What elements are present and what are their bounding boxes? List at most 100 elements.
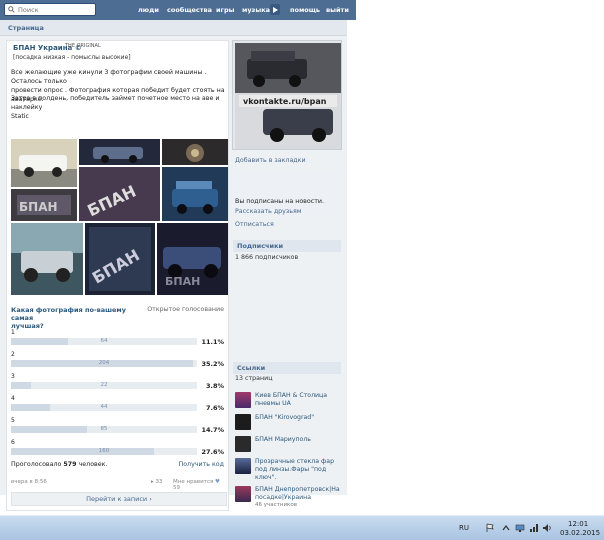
avatar-image: vkontakte.ru/bpan (233, 41, 341, 149)
display-icon[interactable] (515, 523, 525, 533)
repost-count: 33 (155, 479, 163, 485)
poll-option-label: 2 (11, 351, 15, 358)
unsubscribe-link[interactable]: Отписаться (235, 221, 274, 228)
poll-option-count: 64 (100, 338, 108, 344)
poll-option-label: 3 (11, 373, 15, 380)
photo-8[interactable]: БПАН (85, 223, 155, 295)
photo-4[interactable]: БПАН (11, 189, 77, 221)
search-box[interactable] (4, 3, 96, 16)
link-thumbnail (235, 486, 251, 502)
megaphone-icon: ▸ (151, 479, 154, 485)
sidebar: vkontakte.ru/bpan Добавить в закладки Вы… (231, 40, 343, 510)
photo-9[interactable]: БПАН (157, 223, 228, 295)
post-footer: вчера в 8:56 ▸ 33 Мне нравится ♥ 59 (11, 479, 227, 491)
windows-taskbar: RU 12:01 03.02.2015 (0, 515, 604, 540)
poll-option-bar[interactable]: 85 (11, 426, 197, 433)
chevron-right-icon: › (149, 495, 152, 503)
poll-option-percent: 7.6% (205, 404, 224, 412)
poll-option-bar[interactable]: 64 (11, 338, 197, 345)
photo-5[interactable]: БПАН (79, 167, 160, 221)
post-text-line: Затра в полдень, победитель займет почет… (11, 95, 220, 111)
nav-logout[interactable]: выйти (326, 6, 349, 14)
wall-post: БПАН Украина © THE ORIGINAL [посадка низ… (6, 40, 229, 511)
group-copy-mark: THE ORIGINAL (65, 43, 101, 49)
photo-3[interactable] (162, 139, 228, 165)
play-icon[interactable] (270, 4, 280, 15)
page-title: Страница (8, 24, 44, 32)
clock-time[interactable]: 12:01 (568, 520, 588, 528)
subscribers-count[interactable]: 1 866 подписчиков (235, 254, 298, 261)
subscribed-text: Вы подписаны на новости. (235, 198, 324, 205)
like-count: 59 (173, 485, 180, 491)
poll-total-suffix: человек. (78, 461, 108, 468)
add-bookmark-link[interactable]: Добавить в закладки (235, 157, 306, 164)
poll-option-count: 22 (100, 382, 108, 388)
page-header: Страница (0, 20, 347, 36)
poll-question: Какая фотография по-вашему самая лучшая? (11, 306, 141, 330)
link-members: 46 участников (255, 502, 297, 508)
link-title[interactable]: БПАН Днепропетровск|На посадке|Украина (255, 486, 343, 502)
arrow-up-icon[interactable] (501, 523, 511, 533)
heart-icon: ♥ (215, 479, 220, 485)
poll-option-label: 5 (11, 417, 15, 424)
photo-6[interactable] (162, 167, 228, 221)
poll-option-label: 6 (11, 439, 15, 446)
links-header[interactable]: Ссылки (233, 362, 341, 374)
top-bar: люди сообщества игры музыка помощь выйти (0, 0, 356, 20)
svg-text:БПАН: БПАН (19, 200, 58, 214)
poll-option-percent: 14.7% (201, 426, 224, 434)
language-indicator[interactable]: RU (459, 524, 469, 532)
photo-1[interactable] (11, 139, 77, 187)
tell-friends-link[interactable]: Рассказать друзьям (235, 208, 302, 215)
like-button[interactable]: Мне нравится ♥ 59 (173, 479, 227, 491)
flag-icon[interactable] (485, 523, 495, 533)
svg-text:БПАН: БПАН (165, 275, 200, 288)
nav-games[interactable]: игры (216, 6, 234, 14)
subscribers-header[interactable]: Подписчики (233, 240, 341, 252)
community-avatar[interactable]: vkontakte.ru/bpan (232, 40, 342, 150)
poll-total: Проголосовало 579 человек. (11, 461, 107, 468)
poll-total-count: 579 (63, 461, 77, 468)
network-icon[interactable] (529, 523, 539, 533)
page-area: Страница БПАН Украина © THE ORIGINAL [по… (0, 20, 347, 511)
photo-2[interactable] (79, 139, 160, 165)
poll-option-label: 1 (11, 329, 15, 336)
link-thumbnail (235, 436, 251, 452)
post-time[interactable]: вчера в 8:56 (11, 479, 47, 485)
nav-music[interactable]: музыка (242, 6, 270, 14)
poll-option-count: 85 (100, 426, 108, 432)
poll-total-prefix: Проголосовало (11, 461, 62, 468)
links-count: 13 страниц (235, 375, 273, 382)
link-title[interactable]: БПАН "Kirovograd" (255, 414, 343, 422)
avatar-watermark: vkontakte.ru/bpan (243, 97, 327, 106)
poll-option-count: 44 (100, 404, 108, 410)
repost-button[interactable]: ▸ 33 (151, 479, 163, 485)
nav-people[interactable]: люди (138, 6, 159, 14)
get-code-link[interactable]: Получить код (178, 461, 224, 468)
poll-option-bar[interactable]: 204 (11, 360, 197, 367)
link-thumbnail (235, 458, 251, 474)
poll-option-percent: 27.6% (201, 448, 224, 456)
poll-question-line: лучшая? (11, 322, 44, 330)
group-status: [посадка низкая - помыслы высокие] (13, 54, 131, 61)
search-input[interactable] (18, 5, 94, 15)
poll-option-bar[interactable]: 44 (11, 404, 197, 411)
link-title[interactable]: Киев БПАН & Столица пневмы UA (255, 392, 343, 408)
poll-option-bar[interactable]: 160 (11, 448, 197, 455)
link-title[interactable]: БПАН Мариуполь (255, 436, 343, 444)
poll-option-percent: 3.8% (205, 382, 224, 390)
link-thumbnail (235, 392, 251, 408)
photo-grid: БПАН БПАН БПАН БПАН (11, 139, 228, 295)
nav-communities[interactable]: сообщества (167, 6, 212, 14)
goto-post-label: Перейти к записи (86, 495, 148, 503)
poll-option-bar[interactable]: 22 (11, 382, 197, 389)
poll-option-percent: 35.2% (201, 360, 224, 368)
photo-7[interactable] (11, 223, 83, 295)
volume-icon[interactable] (542, 523, 552, 533)
goto-post-button[interactable]: Перейти к записи › (11, 492, 227, 506)
clock-date[interactable]: 03.02.2015 (560, 529, 600, 537)
poll-option-label: 4 (11, 395, 15, 402)
link-title[interactable]: Прозрачные стекла фар под линзы.Фары "по… (255, 458, 343, 482)
nav-help[interactable]: помощь (290, 6, 320, 14)
post-text-line: Все желающие уже кинули 3 фотографии сво… (11, 69, 207, 85)
